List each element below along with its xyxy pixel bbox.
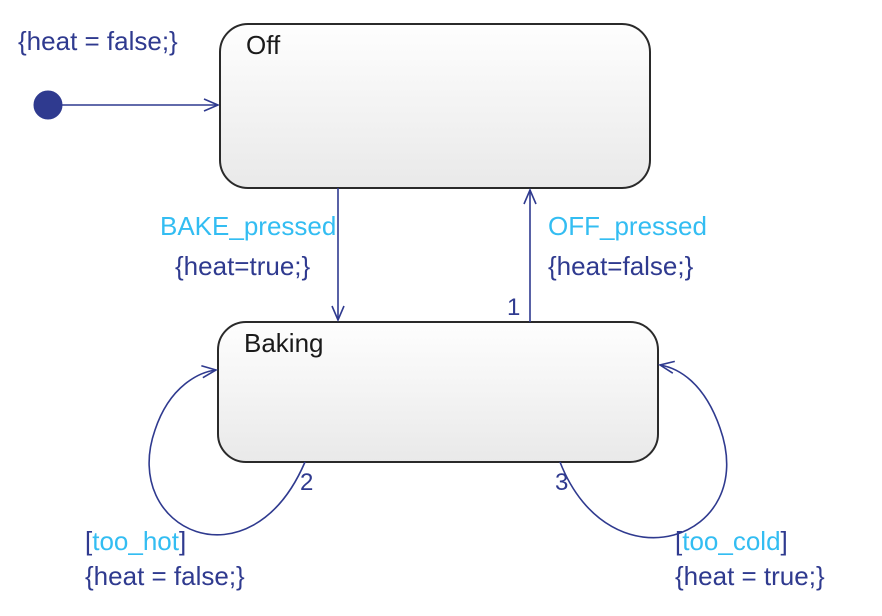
initial-action-label: {heat = false;} [18, 26, 178, 56]
too-hot-priority-label: 2 [300, 469, 313, 496]
off-action-label: {heat=false;} [548, 251, 694, 281]
off-priority-label: 1 [507, 294, 520, 321]
too-cold-priority-label: 3 [555, 469, 568, 496]
state-off [220, 24, 650, 188]
bake-event-label: BAKE_pressed [160, 211, 336, 241]
initial-state-dot [34, 91, 62, 119]
too-hot-guard-label: [too_hot] [85, 526, 186, 556]
state-baking-label: Baking [244, 328, 324, 358]
state-chart-diagram: {heat = false;} Off Baking BAKE_pressed … [0, 0, 882, 616]
too-hot-action-label: {heat = false;} [85, 561, 245, 591]
bake-action-label: {heat=true;} [175, 251, 310, 281]
off-event-label: OFF_pressed [548, 211, 707, 241]
too-cold-action-label: {heat = true;} [675, 561, 825, 591]
too-cold-guard-label: [too_cold] [675, 526, 788, 556]
state-off-label: Off [246, 30, 281, 60]
